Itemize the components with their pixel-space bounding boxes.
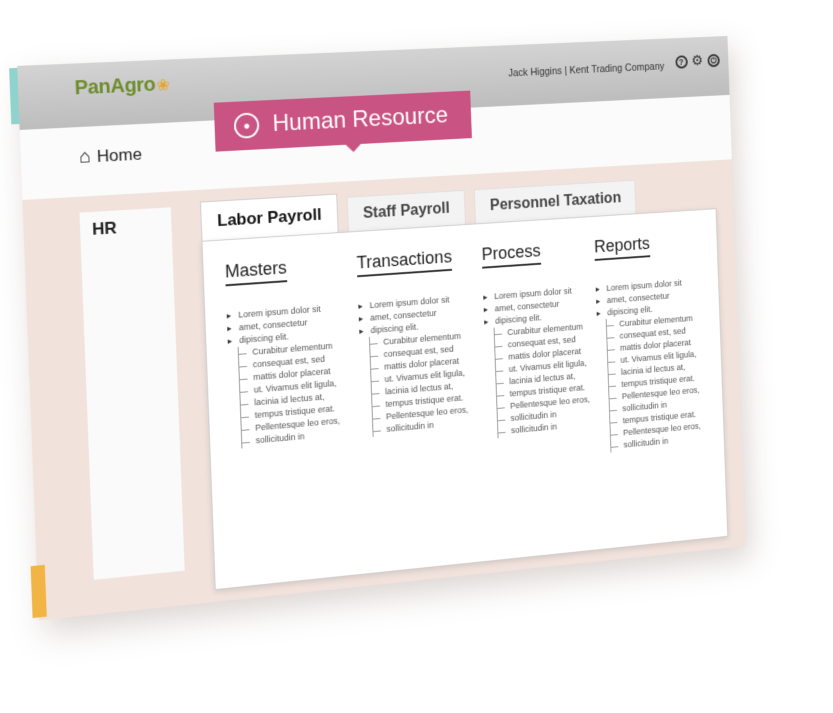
home-icon: ⌂ — [79, 146, 91, 168]
person-icon: ● — [234, 112, 260, 139]
user-info: Jack Higgins | Kent Trading Company — [508, 61, 664, 79]
module-title: Human Resource — [272, 102, 448, 138]
tab-label: Staff Payroll — [363, 200, 450, 223]
user-separator: | — [564, 65, 567, 76]
menu-list: Lorem ipsum dolor sit amet, consectetur … — [483, 283, 605, 439]
menu-list: Lorem ipsum dolor sit amet, consectetur … — [226, 301, 355, 449]
column-heading: Process — [481, 241, 541, 269]
logo[interactable]: PanAgro❀ — [74, 73, 170, 100]
column-reports: Reports Lorem ipsum dolor sit amet, cons… — [594, 230, 715, 453]
menu-list: Lorem ipsum dolor sit amet, consectetur … — [358, 292, 483, 438]
column-heading: Reports — [594, 234, 650, 261]
stage: PanAgro❀ Jack Higgins | Kent Trading Com… — [0, 0, 833, 713]
tab-label: Personnel Taxation — [490, 190, 622, 215]
side-panel — [81, 247, 185, 580]
column-masters: Masters Lorem ipsum dolor sit amet, cons… — [225, 254, 356, 450]
help-icon[interactable]: ? — [675, 55, 688, 69]
home-link[interactable]: ⌂ Home — [79, 144, 142, 169]
column-process: Process Lorem ipsum dolor sit amet, cons… — [481, 237, 605, 439]
gear-icon[interactable]: ⚙ — [691, 55, 703, 68]
column-heading: Transactions — [356, 247, 452, 277]
leaf-icon: ❀ — [156, 77, 170, 94]
user-name[interactable]: Jack Higgins — [508, 66, 562, 80]
tab-content: Masters Lorem ipsum dolor sit amet, cons… — [201, 208, 728, 590]
side-tab-label: HR — [92, 218, 117, 238]
side-tab-hr[interactable]: HR — [80, 207, 173, 252]
menu-list: Lorem ipsum dolor sit amet, consectetur … — [596, 275, 716, 453]
column-heading: Masters — [225, 258, 288, 286]
app-screen: PanAgro❀ Jack Higgins | Kent Trading Com… — [17, 36, 746, 620]
company-name[interactable]: Kent Trading Company — [569, 61, 664, 77]
home-label: Home — [97, 145, 143, 167]
column-transactions: Transactions Lorem ipsum dolor sit amet,… — [356, 245, 483, 438]
tab-label: Labor Payroll — [217, 205, 322, 231]
power-icon[interactable]: ⏻ — [707, 54, 720, 67]
logo-text: PanAgro — [74, 74, 156, 99]
frame-accent-yellow — [31, 565, 47, 618]
header-icons: ? ⚙ ⏻ — [675, 54, 720, 69]
